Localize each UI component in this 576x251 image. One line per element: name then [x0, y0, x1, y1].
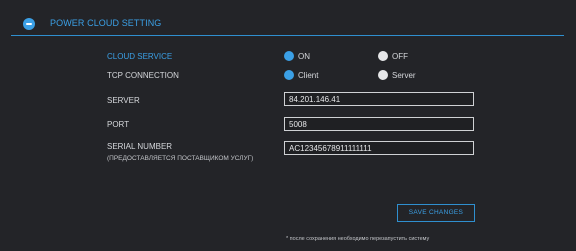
cloud-service-on-radio[interactable]: [284, 51, 294, 61]
power-cloud-panel: POWER CLOUD SETTING CLOUD SERVICE ON OFF…: [0, 0, 576, 251]
cloud-service-on-label[interactable]: ON: [298, 52, 310, 61]
tcp-client-radio[interactable]: [284, 70, 294, 80]
port-input[interactable]: [284, 117, 474, 131]
tcp-server-label[interactable]: Server: [392, 71, 416, 80]
section-header[interactable]: POWER CLOUD SETTING: [11, 7, 564, 36]
serial-number-input[interactable]: [284, 141, 474, 155]
tcp-server-radio[interactable]: [378, 70, 388, 80]
serial-number-label: SERIAL NUMBER: [107, 142, 173, 151]
cloud-service-off-label[interactable]: OFF: [392, 52, 408, 61]
collapse-minus-icon[interactable]: [23, 18, 35, 30]
server-label: SERVER: [107, 96, 140, 105]
serial-number-sublabel: (ПРЕДОСТАВЛЯЕТСЯ ПОСТАВЩИКОМ УСЛУГ): [107, 155, 254, 162]
server-input[interactable]: [284, 92, 474, 106]
save-changes-button[interactable]: SAVE CHANGES: [397, 204, 475, 222]
restart-note: * после сохранения необходимо перезапуст…: [286, 236, 430, 242]
port-label: PORT: [107, 120, 130, 129]
tcp-client-label[interactable]: Client: [298, 71, 318, 80]
section-title: POWER CLOUD SETTING: [50, 18, 162, 28]
tcp-connection-label: TCP CONNECTION: [107, 71, 179, 80]
cloud-service-label: CLOUD SERVICE: [107, 52, 173, 61]
cloud-service-off-radio[interactable]: [378, 51, 388, 61]
